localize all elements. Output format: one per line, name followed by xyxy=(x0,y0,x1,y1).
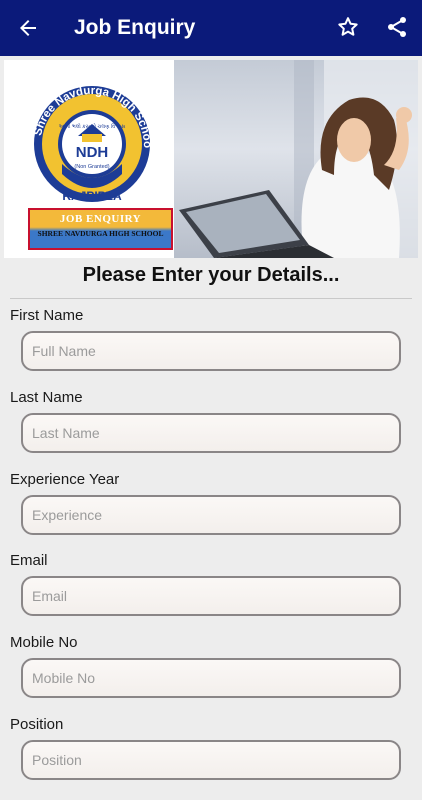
app-bar: Job Enquiry xyxy=(0,0,422,56)
logo-note: (Non Granted) xyxy=(74,164,109,170)
mobile-no-input[interactable] xyxy=(21,658,401,698)
first-name-label: First Name xyxy=(10,307,84,324)
job-enquiry-label-box: JOB ENQUIRY SHREE NAVDURGA HIGH SCHOOL xyxy=(28,208,173,250)
star-outline-icon[interactable] xyxy=(336,15,360,39)
banner-logo-panel: Shree Navdurga High School NDH (Non Gran… xyxy=(4,60,174,258)
position-label: Position xyxy=(10,716,64,733)
school-logo: Shree Navdurga High School NDH (Non Gran… xyxy=(26,74,153,203)
last-name-label: Last Name xyxy=(10,389,83,406)
logo-place: RAJPIPLA xyxy=(62,189,122,203)
enquiry-subtitle: SHREE NAVDURGA HIGH SCHOOL xyxy=(37,229,164,238)
logo-motto: અ.નો ભલો કરતવો ચલણ વિશ્વાસ xyxy=(59,123,126,130)
first-name-input[interactable] xyxy=(21,331,401,371)
position-input[interactable] xyxy=(21,740,401,780)
logo-initials: NDH xyxy=(76,144,109,161)
enquiry-title: JOB ENQUIRY xyxy=(59,213,142,225)
woman-laptop-illustration xyxy=(179,60,418,258)
last-name-input[interactable] xyxy=(21,413,401,453)
school-banner: Shree Navdurga High School NDH (Non Gran… xyxy=(4,60,418,258)
experience-input[interactable] xyxy=(21,495,401,535)
banner-photo xyxy=(174,60,418,258)
page-title: Job Enquiry xyxy=(74,16,196,39)
email-label: Email xyxy=(10,552,48,569)
form-heading: Please Enter your Details... xyxy=(82,264,340,286)
email-input[interactable] xyxy=(21,576,401,616)
arrow-back-icon[interactable] xyxy=(16,16,40,40)
divider xyxy=(10,298,412,299)
mobile-no-label: Mobile No xyxy=(10,634,78,651)
share-icon[interactable] xyxy=(385,15,409,39)
experience-year-label: Experience Year xyxy=(10,471,120,488)
